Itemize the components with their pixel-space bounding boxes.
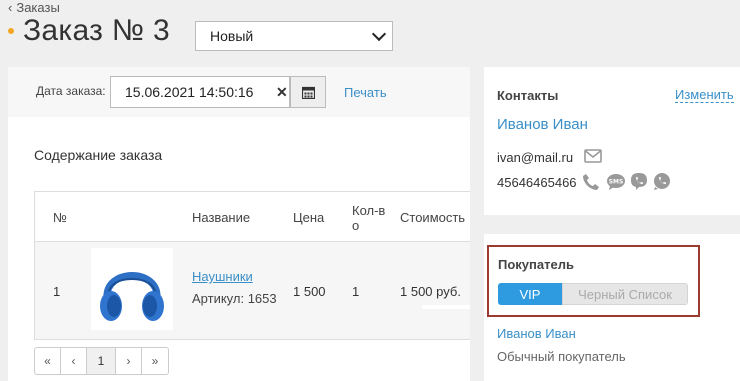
order-contents-title: Содержание заказа (34, 147, 163, 163)
status-select[interactable]: Новый (195, 21, 393, 51)
last-page-button[interactable]: » (142, 348, 168, 374)
phone-icon[interactable] (582, 173, 600, 191)
column-header-number: № (53, 210, 67, 225)
status-dot (8, 28, 14, 34)
page-title: Заказ № 3 (23, 14, 170, 47)
chevron-down-icon (371, 26, 387, 42)
first-page-button[interactable]: « (35, 348, 61, 374)
buyer-heading: Покупатель (498, 257, 574, 272)
product-link[interactable]: Наушники (192, 269, 253, 284)
edit-contacts-link[interactable]: Изменить (675, 88, 734, 103)
clear-date-icon[interactable]: ✕ (276, 84, 288, 101)
contact-email: ivan@mail.ru (497, 150, 574, 165)
headphones-icon (100, 272, 164, 321)
next-page-button[interactable]: › (116, 348, 142, 374)
order-date-label: Дата заказа: (36, 84, 106, 98)
column-header-price: Цена (293, 210, 325, 225)
sms-icon[interactable]: SMS (606, 173, 626, 191)
svg-text:SMS: SMS (609, 179, 624, 186)
page-button-current[interactable]: 1 (87, 348, 116, 374)
blacklist-toggle-option[interactable]: Черный Список (562, 283, 688, 305)
calendar-icon (301, 86, 315, 99)
chevron-left-icon: ‹ (8, 0, 13, 15)
back-link[interactable]: ‹ Заказы (8, 0, 60, 15)
contact-name-link[interactable]: Иванов Иван (497, 116, 588, 133)
vip-toggle-option[interactable]: VIP (498, 283, 562, 305)
contact-phone: 45646465466 (497, 175, 577, 190)
pagination: « ‹ 1 › » (34, 347, 169, 375)
buyer-name-link[interactable]: Иванов Иван (497, 326, 576, 341)
buyer-type-toggle: VIP Черный Список (498, 283, 688, 305)
viber-icon[interactable] (630, 172, 648, 191)
contacts-heading: Контакты (497, 88, 559, 103)
row-total: 1 500 руб. (400, 284, 461, 299)
order-date-input[interactable]: 15.06.2021 14:50:16 (110, 76, 290, 108)
buyer-type-label: Обычный покупатель (497, 349, 626, 364)
row-divider (422, 305, 470, 309)
status-select-value: Новый (210, 28, 254, 44)
column-header-quantity: Кол-во (352, 203, 386, 233)
calendar-button[interactable] (290, 76, 326, 108)
column-header-total: Стоимость (400, 210, 466, 225)
buyer-segment-highlight (487, 245, 700, 317)
whatsapp-icon[interactable] (652, 172, 671, 191)
product-image (91, 248, 173, 330)
print-link[interactable]: Печать (344, 85, 387, 100)
column-header-name: Название (192, 210, 251, 225)
row-quantity: 1 (352, 284, 360, 299)
row-price: 1 500 (293, 284, 326, 299)
row-number: 1 (53, 284, 61, 299)
mail-icon[interactable] (584, 149, 602, 163)
back-link-label: Заказы (16, 0, 60, 15)
product-sku: Артикул: 1653 (192, 291, 277, 306)
prev-page-button[interactable]: ‹ (61, 348, 87, 374)
